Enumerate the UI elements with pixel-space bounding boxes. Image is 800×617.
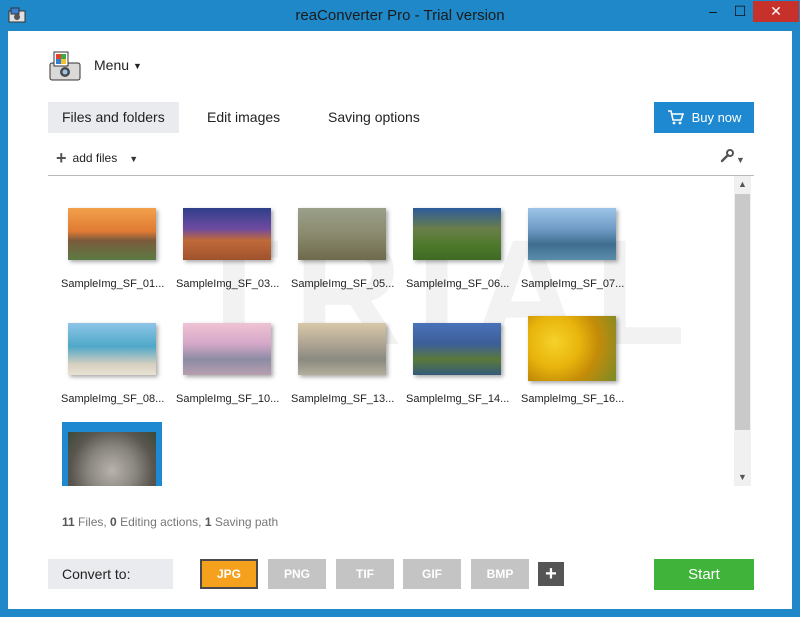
settings-button[interactable]: ▼ xyxy=(720,149,745,166)
format-png-button[interactable]: PNG xyxy=(268,559,326,589)
app-logo-icon xyxy=(49,51,81,81)
file-item-selected[interactable] xyxy=(62,422,162,486)
window-title: reaConverter Pro - Trial version xyxy=(295,7,505,24)
title-bar: reaConverter Pro - Trial version ‒ ☐ ✕ xyxy=(0,0,800,31)
files-label: Files, xyxy=(78,515,107,529)
convert-to-label: Convert to: xyxy=(48,559,173,589)
coastline-icon xyxy=(528,208,616,260)
actions-count: 0 xyxy=(110,515,117,529)
chevron-down-icon: ▼ xyxy=(736,155,745,165)
sunset-landscape-icon xyxy=(68,208,156,260)
file-name: SampleImg_SF_08... xyxy=(61,393,165,405)
beach-icon xyxy=(68,323,156,375)
scrollbar-thumb[interactable] xyxy=(735,194,750,430)
elephant-icon xyxy=(298,208,386,260)
file-name: SampleImg_SF_16... xyxy=(521,393,625,405)
status-summary: 11 Files, 0 Editing actions, 1 Saving pa… xyxy=(62,515,278,529)
file-name: SampleImg_SF_13... xyxy=(291,393,395,405)
format-jpg-button[interactable]: JPG xyxy=(200,559,258,589)
format-tif-button[interactable]: TIF xyxy=(336,559,394,589)
format-bmp-button[interactable]: BMP xyxy=(471,559,529,589)
lighthouse-icon xyxy=(183,208,271,260)
misty-lake-icon xyxy=(298,323,386,375)
maximize-button[interactable]: ☐ xyxy=(727,1,753,22)
buy-now-button[interactable]: Buy now xyxy=(654,102,754,133)
mountain-valley-icon xyxy=(413,208,501,260)
buy-now-label: Buy now xyxy=(691,110,742,125)
tab-files-and-folders[interactable]: Files and folders xyxy=(48,102,179,133)
add-files-label: add files xyxy=(72,151,118,165)
yellow-tulips-icon xyxy=(528,316,616,381)
paths-count: 1 xyxy=(204,515,212,529)
sea-cliff-icon xyxy=(413,323,501,375)
menu-button[interactable]: Menu ▼ xyxy=(94,57,142,73)
plus-icon: + xyxy=(56,148,67,168)
file-name: SampleImg_SF_07... xyxy=(521,278,625,290)
start-button[interactable]: Start xyxy=(654,559,754,590)
wrench-icon xyxy=(720,149,734,163)
paths-label: Saving path xyxy=(214,515,279,529)
file-name: SampleImg_SF_05... xyxy=(291,278,395,290)
chevron-down-icon[interactable]: ▼ xyxy=(129,154,138,164)
koala-icon xyxy=(68,432,156,486)
scroll-up-icon[interactable]: ▲ xyxy=(734,176,751,193)
minimize-button[interactable]: ‒ xyxy=(700,1,726,22)
main-panel: Menu ▼ Files and folders Edit images Savi… xyxy=(8,31,792,609)
format-gif-button[interactable]: GIF xyxy=(403,559,461,589)
close-button[interactable]: ✕ xyxy=(753,1,799,22)
file-name: SampleImg_SF_10... xyxy=(176,393,280,405)
tab-saving-options[interactable]: Saving options xyxy=(314,102,434,133)
chevron-down-icon: ▼ xyxy=(133,61,142,71)
menu-label: Menu xyxy=(94,57,130,73)
file-grid: TRIAL SampleImg_SF_01... SampleImg_SF_03… xyxy=(48,176,734,486)
scroll-down-icon[interactable]: ▼ xyxy=(734,469,751,486)
vertical-scrollbar[interactable]: ▲ ▼ xyxy=(734,176,751,486)
stone-pillars-icon xyxy=(183,323,271,375)
tab-edit-images[interactable]: Edit images xyxy=(193,102,294,133)
actions-label: Editing actions, xyxy=(120,515,202,529)
add-files-button[interactable]: + add files ▼ xyxy=(56,148,138,169)
file-name: SampleImg_SF_03... xyxy=(176,278,280,290)
files-count: 11 xyxy=(62,515,75,529)
add-format-button[interactable]: + xyxy=(538,562,564,586)
file-name: SampleImg_SF_06... xyxy=(406,278,510,290)
cart-icon xyxy=(667,110,684,125)
file-name: SampleImg_SF_14... xyxy=(406,393,510,405)
file-name: SampleImg_SF_01... xyxy=(61,278,165,290)
